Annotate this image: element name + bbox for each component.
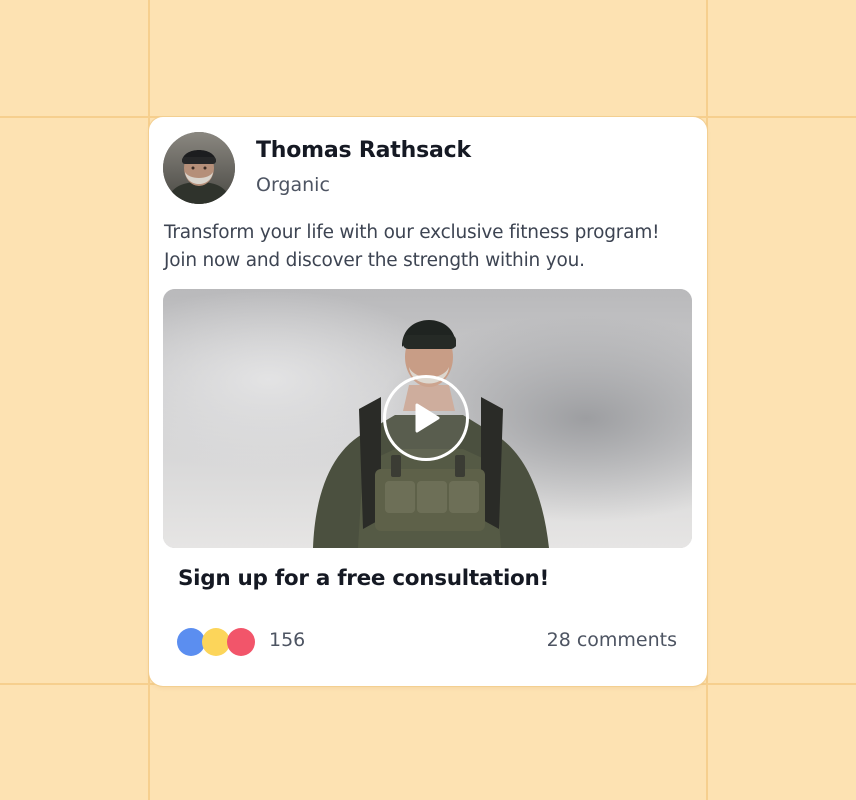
post-text: Transform your life with our exclusive f…: [164, 219, 694, 275]
post-text-line: Join now and discover the strength withi…: [164, 250, 585, 271]
social-post-card: Thomas Rathsack Organic Transform your l…: [149, 117, 707, 686]
reaction-count: 156: [269, 629, 306, 651]
avatar-image: [163, 132, 235, 204]
video-thumbnail[interactable]: [163, 289, 692, 548]
play-button[interactable]: [383, 375, 469, 461]
cta-link[interactable]: Sign up for a free consultation!: [178, 566, 549, 591]
love-reaction-icon: [202, 628, 230, 656]
heart-reaction-icon: [227, 628, 255, 656]
author-name[interactable]: Thomas Rathsack: [256, 138, 471, 163]
author-subtitle: Organic: [256, 174, 330, 196]
reactions-summary[interactable]: 156: [177, 627, 305, 657]
play-icon: [415, 403, 440, 433]
comments-link[interactable]: 28 comments: [547, 629, 677, 651]
avatar[interactable]: [163, 132, 235, 204]
post-text-line: Transform your life with our exclusive f…: [164, 222, 660, 243]
like-reaction-icon: [177, 628, 205, 656]
